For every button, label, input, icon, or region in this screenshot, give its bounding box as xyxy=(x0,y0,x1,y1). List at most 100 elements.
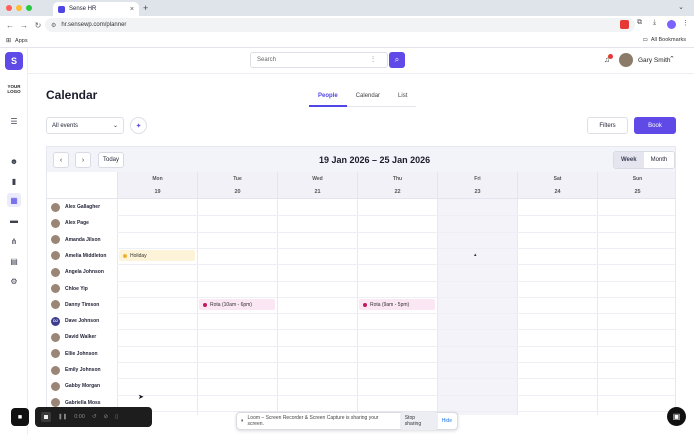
day-name: Sun xyxy=(632,176,643,182)
person-name: Angela Johnson xyxy=(65,269,104,276)
site-info-icon[interactable]: ⚙ xyxy=(51,22,56,29)
stop-icon xyxy=(44,415,48,419)
menu-icon[interactable]: ☰ xyxy=(7,114,21,128)
mouse-cursor-icon: ➤ xyxy=(138,394,144,401)
calendar-icon[interactable]: ▦ xyxy=(7,193,21,207)
user-avatar[interactable] xyxy=(619,53,633,67)
day-header-mon: Mon 19 xyxy=(117,172,197,199)
recording-time: 0:00 xyxy=(74,414,85,420)
person-row[interactable]: Chloe Yip xyxy=(51,284,88,293)
user-name[interactable]: Gary Smith xyxy=(638,57,671,64)
person-row[interactable]: Emily Johnson xyxy=(51,365,101,375)
chevron-left-icon: ‹ xyxy=(59,156,63,164)
previous-week-button[interactable]: ‹ xyxy=(53,152,69,168)
tab-close-icon[interactable]: × xyxy=(130,6,134,13)
sensehr-logo[interactable]: S xyxy=(5,52,23,70)
puzzle-extensions-icon[interactable]: ⧉ xyxy=(637,19,642,27)
tab-search-chevron-icon[interactable]: ⌄ xyxy=(678,3,684,11)
rota-event[interactable]: Rota (10am - 6pm) xyxy=(199,299,275,311)
today-button[interactable]: Today xyxy=(98,152,124,168)
maximize-window-button[interactable] xyxy=(26,5,32,11)
tab-calendar[interactable]: Calendar xyxy=(346,93,390,107)
person-row[interactable]: Angela Johnson xyxy=(51,267,104,277)
person-avatar xyxy=(51,398,60,408)
stop-sharing-button[interactable]: Stop sharing xyxy=(399,412,438,430)
delete-recording-icon[interactable]: ▯ xyxy=(115,414,118,420)
day-date: 22 xyxy=(394,189,401,195)
folder-icon[interactable]: ▬ xyxy=(7,213,21,227)
user-menu-chevron-icon[interactable]: ⌃ xyxy=(669,55,675,63)
month-view-button[interactable]: Month xyxy=(643,152,675,168)
person-avatar xyxy=(51,202,60,212)
profile-avatar[interactable] xyxy=(667,20,676,29)
row-divider xyxy=(117,329,675,331)
person-row[interactable]: Danny Timson xyxy=(51,300,99,310)
tab-title: Sense HR xyxy=(69,6,97,12)
search-button[interactable]: ⌕ xyxy=(389,52,405,68)
person-avatar xyxy=(51,251,60,261)
person-row[interactable]: David Walker xyxy=(51,332,97,342)
tab-people[interactable]: People xyxy=(309,93,347,107)
person-row[interactable]: Amelia Middleton xyxy=(51,251,106,261)
stop-recording-button[interactable] xyxy=(41,412,51,422)
events-filter-select[interactable]: All events ⌄ xyxy=(46,117,124,134)
event-label: Rota (9am - 5pm) xyxy=(370,301,410,308)
pause-icon[interactable]: ❚❚ xyxy=(58,414,67,420)
rota-event[interactable]: Rota (9am - 5pm) xyxy=(359,299,435,311)
restart-icon[interactable]: ↺ xyxy=(92,414,97,420)
people-icon[interactable]: ☻ xyxy=(7,154,21,168)
person-name: Dave Johnson xyxy=(65,318,100,325)
search-input[interactable]: Search xyxy=(250,52,388,68)
settings-icon[interactable]: ⚙ xyxy=(7,274,21,288)
person-row[interactable]: Gabby Morgan xyxy=(51,381,101,391)
row-divider xyxy=(117,264,675,266)
day-header-tue: Tue 20 xyxy=(197,172,277,199)
back-icon[interactable]: ← xyxy=(6,21,14,30)
chat-support-button[interactable]: ▣ xyxy=(667,407,686,426)
search-icon: ⌕ xyxy=(394,55,400,64)
person-row[interactable]: Alex Gallagher xyxy=(51,202,100,212)
search-filter-icon[interactable]: ⫶ xyxy=(372,55,374,65)
tab-list[interactable]: List xyxy=(389,93,417,107)
company-logo-placeholder: YOUR LOGO xyxy=(7,84,21,94)
hide-link[interactable]: Hide xyxy=(442,418,452,424)
person-avatar xyxy=(51,300,60,310)
browser-tab[interactable]: Sense HR × xyxy=(53,2,139,16)
bookmark-apps[interactable]: Apps xyxy=(15,38,28,44)
filters-button[interactable]: Filters xyxy=(587,117,628,134)
week-view-button[interactable]: Week xyxy=(614,152,644,168)
document-icon[interactable]: ▤ xyxy=(7,254,21,268)
cancel-recording-icon[interactable]: ⊘ xyxy=(104,414,109,420)
person-row[interactable]: Amanda Jilson xyxy=(51,235,101,245)
person-avatar xyxy=(51,267,60,277)
all-bookmarks[interactable]: ▭ All Bookmarks xyxy=(643,37,686,43)
window-controls xyxy=(6,5,32,11)
extension-icon[interactable] xyxy=(620,20,629,29)
apps-grid-icon: ⊞ xyxy=(6,38,12,44)
person-name: Gabby Morgan xyxy=(65,383,101,390)
new-tab-button[interactable]: + xyxy=(143,3,148,13)
forward-icon[interactable]: → xyxy=(20,21,28,30)
person-row[interactable]: Alex Page xyxy=(51,218,89,228)
download-icon[interactable]: ⤓ xyxy=(653,19,656,27)
reload-icon[interactable]: ↻ xyxy=(34,21,42,30)
minimize-window-button[interactable] xyxy=(16,5,22,11)
day-header-wed: Wed 21 xyxy=(277,172,357,199)
browser-menu-icon[interactable]: ⋮ xyxy=(682,19,689,27)
sparkle-icon: ✦ xyxy=(135,122,142,130)
book-button[interactable]: Book xyxy=(634,117,676,134)
person-row[interactable]: DJ Dave Johnson xyxy=(51,316,100,326)
holiday-event[interactable]: Holiday xyxy=(119,250,195,262)
ai-sparkle-button[interactable]: ✦ xyxy=(130,117,147,134)
url-field[interactable]: ⚙ hr.sensewp.com/planner ☆ xyxy=(45,18,635,32)
person-avatar xyxy=(51,332,60,342)
org-chart-icon[interactable]: ⋔ xyxy=(7,234,21,248)
person-row[interactable]: Ellie Johnson xyxy=(51,349,98,359)
close-window-button[interactable] xyxy=(6,5,12,11)
camera-toggle-button[interactable]: ■ xyxy=(11,408,29,426)
next-week-button[interactable]: › xyxy=(75,152,91,168)
person-row[interactable]: Gabriella Moss xyxy=(51,398,101,408)
day-header-thu: Thu 22 xyxy=(357,172,437,199)
person-name: David Walker xyxy=(65,334,97,341)
trash-icon[interactable]: ▮ xyxy=(7,174,21,188)
